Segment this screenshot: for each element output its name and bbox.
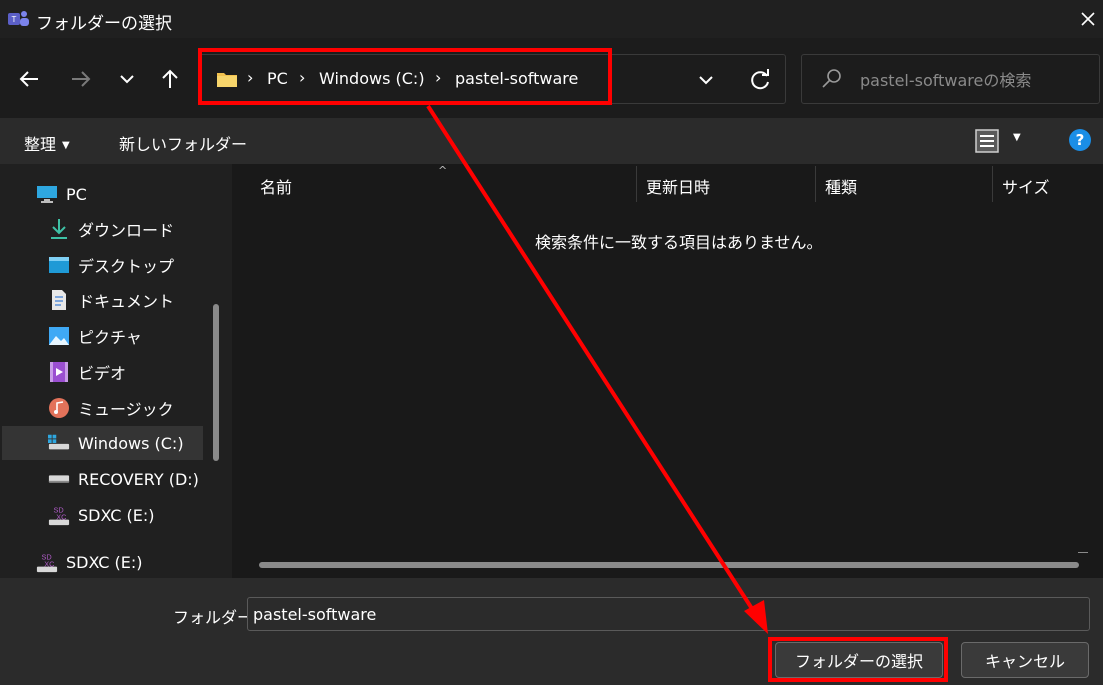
- column-divider[interactable]: [815, 166, 816, 202]
- sidebar-scrollbar[interactable]: [213, 304, 219, 461]
- address-highlight-box: [198, 48, 612, 105]
- caret-down-icon: ▼: [62, 140, 70, 151]
- search-input[interactable]: [860, 67, 1090, 93]
- sd-card-icon: SD XC: [36, 551, 58, 573]
- sidebar-item-recovery-d[interactable]: RECOVERY (D:): [48, 462, 199, 496]
- sidebar-item-label: PC: [66, 184, 87, 204]
- svg-text:T: T: [12, 15, 17, 24]
- teams-app-icon: T: [8, 11, 29, 26]
- sidebar-item-windows-c[interactable]: Windows (C:): [2, 426, 203, 460]
- sidebar-item-documents[interactable]: ドキュメント: [48, 283, 174, 317]
- navigation-pane: PC ダウンロード デスクトップ ドキュメント ピクチャ ビデオ ミュージック …: [0, 164, 232, 578]
- organize-menu-button[interactable]: 整理 ▼: [24, 131, 70, 155]
- sidebar-item-label: SDXC (E:): [66, 552, 143, 572]
- column-divider[interactable]: [636, 166, 637, 202]
- sidebar-item-videos[interactable]: ビデオ: [48, 355, 126, 389]
- sidebar-item-label: SDXC (E:): [78, 505, 155, 525]
- recent-locations-button[interactable]: [110, 62, 144, 96]
- column-header-name[interactable]: 名前: [260, 174, 292, 198]
- search-box[interactable]: [801, 54, 1100, 104]
- caret-down-icon[interactable]: ▼: [1013, 132, 1021, 143]
- empty-folder-message: 検索条件に一致する項目はありません。: [535, 233, 823, 252]
- window-title: フォルダーの選択: [36, 14, 172, 34]
- search-icon: [822, 69, 841, 88]
- sidebar-item-label: ビデオ: [78, 364, 127, 383]
- close-button[interactable]: [1074, 6, 1102, 32]
- sidebar-item-label: ミュージック: [78, 400, 174, 419]
- arrow-left-icon: [19, 71, 38, 87]
- sidebar-item-label: ピクチャ: [78, 328, 142, 347]
- new-folder-button[interactable]: 新しいフォルダー: [119, 131, 247, 155]
- document-icon: [48, 289, 70, 311]
- picture-icon: [48, 325, 70, 347]
- cancel-button[interactable]: キャンセル: [961, 642, 1089, 678]
- horizontal-scrollbar[interactable]: [259, 562, 1079, 568]
- address-dropdown-icon[interactable]: [693, 67, 719, 93]
- sidebar-item-label: RECOVERY (D:): [78, 469, 199, 489]
- sidebar-item-music[interactable]: ミュージック: [48, 391, 174, 425]
- chevron-down-icon: [120, 75, 134, 84]
- title-bar: T フォルダーの選択: [0, 0, 1103, 38]
- sidebar-item-pictures[interactable]: ピクチャ: [48, 319, 142, 353]
- drive-icon: [48, 432, 70, 454]
- video-icon: [48, 361, 70, 383]
- folder-name-field[interactable]: [247, 597, 1090, 631]
- back-button[interactable]: [12, 62, 46, 96]
- column-header-type[interactable]: 種類: [825, 174, 857, 198]
- divider: [1078, 552, 1088, 553]
- sidebar-item-desktop[interactable]: デスクトップ: [48, 248, 174, 282]
- pc-icon: [36, 183, 58, 205]
- music-icon: [48, 397, 70, 419]
- close-icon: [1081, 12, 1095, 26]
- arrow-up-icon: [162, 69, 178, 88]
- download-icon: [48, 218, 70, 240]
- sidebar-item-pc[interactable]: PC: [36, 177, 87, 211]
- sidebar-item-sdxc-e-root[interactable]: SD XC SDXC (E:): [36, 545, 143, 578]
- column-header-size[interactable]: サイズ: [1002, 174, 1050, 198]
- column-header-date-modified[interactable]: 更新日時: [646, 174, 710, 198]
- sidebar-item-label: ドキュメント: [78, 292, 175, 311]
- folder-field-label: フォルダー:: [173, 608, 259, 627]
- sd-card-icon: SD XC: [48, 504, 70, 526]
- organize-label: 整理: [24, 135, 57, 154]
- select-button-highlight-box: [768, 637, 948, 682]
- drive-icon: [48, 468, 70, 490]
- arrow-right-icon: [72, 71, 91, 87]
- forward-button[interactable]: [64, 62, 98, 96]
- sort-caret-up-icon: ^: [438, 164, 448, 177]
- sidebar-item-label: Windows (C:): [78, 433, 184, 453]
- up-button[interactable]: [153, 62, 187, 96]
- refresh-icon[interactable]: [745, 65, 775, 95]
- sidebar-item-sdxc-e[interactable]: SD XC SDXC (E:): [48, 498, 155, 532]
- sidebar-item-label: デスクトップ: [78, 257, 175, 276]
- view-options-icon[interactable]: [975, 129, 999, 153]
- file-list-pane: ^ 名前 更新日時 種類 サイズ 検索条件に一致する項目はありません。: [232, 164, 1103, 578]
- sidebar-item-downloads[interactable]: ダウンロード: [48, 212, 174, 246]
- sidebar-item-label: ダウンロード: [78, 221, 175, 240]
- desktop-icon: [48, 254, 70, 276]
- command-toolbar: 整理 ▼ 新しいフォルダー ▼ ?: [0, 118, 1103, 164]
- help-icon[interactable]: ?: [1069, 129, 1091, 151]
- column-divider[interactable]: [992, 166, 993, 202]
